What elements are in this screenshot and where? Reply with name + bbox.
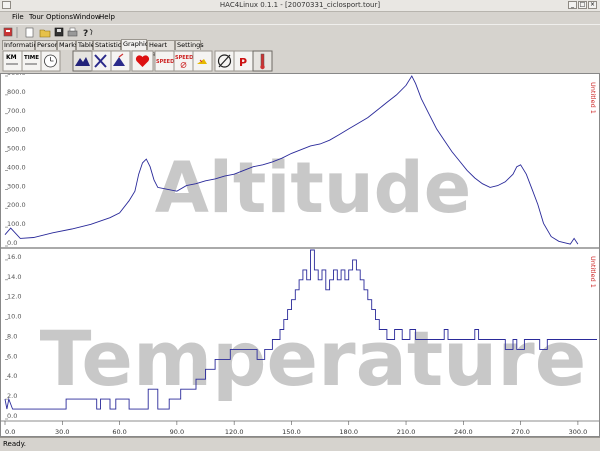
tab-statistics[interactable]: Statistics — [93, 40, 125, 50]
temperature-ytick-label: 0.0 — [7, 412, 17, 420]
temperature-watermark: Temperature — [40, 314, 587, 403]
new-file-icon[interactable] — [25, 27, 34, 38]
graphics-toolbar: KM TIME SPEED SPEED P — [0, 50, 600, 73]
clock-icon[interactable] — [40, 50, 61, 72]
x-tick-label: 150.0 — [282, 428, 301, 436]
temperature-ytick-label: 12.0 — [7, 293, 21, 301]
open-folder-icon[interactable] — [39, 29, 51, 38]
time-label: TIME — [24, 55, 39, 61]
x-tick-label: 90.0 — [170, 428, 184, 436]
altitude-ytick-label: 100.0 — [7, 220, 26, 228]
average-icon[interactable] — [214, 50, 235, 72]
temperature-ytick-label: 16.0 — [7, 253, 21, 261]
time-toggle-button[interactable]: TIME — [21, 50, 42, 72]
altitude-ytick-label: 600.0 — [7, 126, 26, 134]
menu-bar: File Tour Options Window Help — [0, 12, 600, 23]
x-tick-label: 120.0 — [225, 428, 244, 436]
x-tick-label: 210.0 — [397, 428, 416, 436]
tab-information[interactable]: Information — [2, 40, 42, 50]
km-label: KM — [6, 54, 17, 61]
status-text: Ready. — [3, 440, 26, 448]
temperature-ytick-label: 10.0 — [7, 313, 21, 321]
p-label: P — [239, 56, 247, 69]
temperature-ytick-label: 6.0 — [7, 352, 17, 360]
menu-options[interactable]: Options — [46, 13, 73, 21]
x-tick-label: 270.0 — [511, 428, 530, 436]
window-title: HAC4Linux 0.1.1 - [20070331_ciclosport.t… — [219, 1, 381, 9]
x-tick-label: 30.0 — [55, 428, 69, 436]
svg-text:?: ? — [83, 29, 88, 39]
x-tick-label: 180.0 — [339, 428, 358, 436]
tab-table[interactable]: Table — [76, 40, 95, 50]
average-speed-button[interactable]: SPEED — [173, 50, 194, 72]
temperature-ytick-label: 14.0 — [7, 273, 21, 281]
altitude-ytick-label: 500.0 — [7, 145, 26, 153]
tab-heart-rate[interactable]: Heart rate — [147, 40, 175, 58]
temperature-ytick-label: 4.0 — [7, 372, 17, 380]
altitude-graph-button[interactable] — [72, 50, 93, 72]
tab-settings[interactable]: Settings — [175, 40, 204, 50]
altitude-ytick-label: 800.0 — [7, 88, 26, 96]
tab-person[interactable]: Person — [35, 40, 59, 50]
device-icon[interactable] — [3, 27, 13, 37]
print-icon[interactable] — [67, 27, 78, 37]
menu-window[interactable]: Window — [73, 13, 101, 21]
temperature-right-label: Untitled 1 — [589, 256, 597, 288]
title-bar: HAC4Linux 0.1.1 - [20070331_ciclosport.t… — [0, 0, 600, 12]
x-tick-label: 240.0 — [454, 428, 473, 436]
altitude-watermark: Altitude — [155, 147, 472, 229]
tools-icon[interactable] — [91, 50, 112, 72]
menu-tour[interactable]: Tour — [29, 13, 44, 21]
temperature-graph-button[interactable] — [252, 50, 273, 72]
speed-avg-label: SPEED — [175, 55, 193, 61]
km-toggle-button[interactable]: KM — [2, 50, 23, 72]
graphs-svg: Altitude 0.0 100.0 200.0 300.0 400.0 500.0 600.… — [1, 74, 599, 436]
tab-bar: Information Person Marks Table Statistic… — [0, 39, 600, 58]
app-window: HAC4Linux 0.1.1 - [20070331_ciclosport.t… — [0, 0, 600, 450]
x-tick-label: 0.0 — [5, 428, 15, 436]
heart-icon[interactable] — [131, 50, 154, 72]
save-icon[interactable] — [54, 27, 64, 37]
altitude-ytick-label: 0.0 — [7, 239, 17, 247]
main-toolbar: ? — [0, 24, 600, 40]
menu-file[interactable]: File — [12, 13, 24, 21]
minimize-button[interactable]: _ — [568, 1, 577, 9]
altitude-ytick-label: 300.0 — [7, 182, 26, 190]
speed-label: SPEED — [156, 59, 174, 65]
altitude-ytick-label: 700.0 — [7, 107, 26, 115]
x-tick-label: 60.0 — [112, 428, 126, 436]
altitude-ytick-label: 400.0 — [7, 163, 26, 171]
menu-help[interactable]: Help — [99, 13, 115, 21]
graph-area[interactable]: Altitude 0.0 100.0 200.0 300.0 400.0 500.0 600.… — [0, 73, 600, 437]
altitude-right-label: Untitled 1 — [589, 82, 597, 114]
window-menu-icon[interactable] — [2, 1, 11, 9]
tab-graphics[interactable]: Graphics — [121, 39, 152, 50]
cadence-icon[interactable] — [192, 50, 213, 72]
maximize-button[interactable]: □ — [578, 1, 587, 9]
altitude-ytick-label: 200.0 — [7, 201, 26, 209]
x-tick-label: 300.0 — [569, 428, 588, 436]
tab-marks[interactable]: Marks — [57, 40, 78, 50]
climb-icon[interactable] — [110, 50, 131, 72]
status-bar: Ready. — [0, 437, 600, 451]
power-button[interactable]: P — [233, 50, 254, 72]
altitude-ytick-label: 900.0 — [7, 74, 26, 77]
temperature-ytick-label: 8.0 — [7, 332, 17, 340]
speed-button[interactable]: SPEED — [154, 50, 175, 72]
help-icon[interactable]: ? — [83, 28, 93, 39]
close-button[interactable]: × — [588, 1, 597, 9]
